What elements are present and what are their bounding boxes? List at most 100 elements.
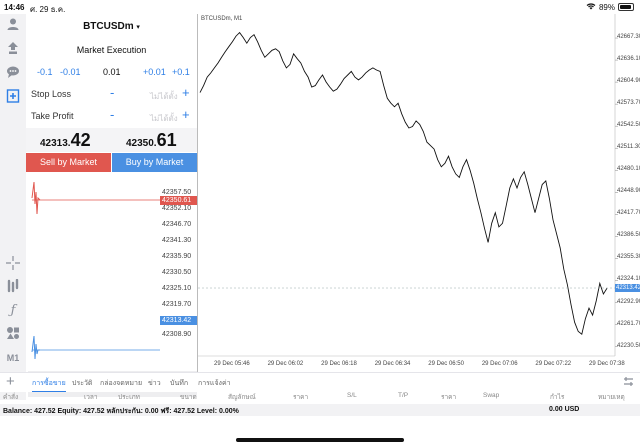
col-comment: หมายเหตุ: [598, 394, 625, 401]
x-tick-label: 29 Dec 07:22: [535, 361, 572, 367]
volume-minus-01-button[interactable]: -0.1: [37, 67, 53, 77]
take-profit-minus-button[interactable]: -: [110, 107, 114, 122]
sell-by-market-button[interactable]: Sell by Market: [26, 153, 111, 172]
y-tick-label: 42604.90: [617, 78, 640, 85]
user-icon[interactable]: [5, 16, 21, 32]
col-order: คำสั่ง: [3, 394, 19, 401]
ask-price: 42350.61: [126, 130, 177, 151]
tab-history[interactable]: ประวัติ: [72, 378, 92, 389]
y-tick-label: 42417.70: [617, 210, 640, 217]
take-profit-label: Take Profit: [31, 111, 74, 121]
take-profit-input[interactable]: ไม่ได้ตั้ง: [150, 112, 178, 125]
positions-header: คำสั่ง เวลา ประเภท ขนาด สัญลักษณ์ ราคา S…: [0, 392, 640, 402]
objects-icon[interactable]: [5, 325, 21, 341]
stop-loss-plus-button[interactable]: +: [182, 85, 190, 100]
volume-minus-001-button[interactable]: -0.01: [60, 67, 81, 77]
stop-loss-input[interactable]: ไม่ได้ตั้ง: [150, 90, 178, 103]
volume-plus-01-button[interactable]: +0.1: [172, 67, 190, 77]
symbol-name: BTCUSDm: [83, 21, 134, 32]
balance-summary: Balance: 427.52 Equity: 427.52 หลักประกั…: [3, 408, 239, 415]
expand-panel-icon[interactable]: [623, 376, 634, 390]
y-tick-label: 42667.30: [617, 34, 640, 41]
battery-percent: 89%: [598, 2, 615, 12]
tab-trade[interactable]: การซื้อขาย: [32, 378, 66, 392]
y-tick-label: 42448.90: [617, 188, 640, 195]
bid-price: 42313.42: [40, 130, 91, 151]
battery-icon: [618, 3, 634, 11]
symbol-selector[interactable]: BTCUSDm ▾: [26, 21, 197, 32]
y-tick-label: 42511.30: [617, 144, 640, 151]
y-tick-label: 42480.10: [617, 166, 640, 173]
status-right: 89%: [586, 2, 634, 12]
ask-badge: 42350.61: [160, 196, 197, 205]
price-display: 42313.42 42350.61: [26, 128, 197, 152]
tick-level: 42346.70: [162, 221, 192, 228]
col-tp: T/P: [398, 392, 409, 399]
ask-price-prefix: 42350.: [126, 138, 157, 149]
x-tick-label: 29 Dec 06:50: [428, 361, 464, 367]
tab-alerts[interactable]: การแจ้งค่า: [198, 378, 231, 389]
y-tick-label: 42230.50: [617, 342, 640, 349]
status-time: 14:46: [4, 3, 25, 12]
tick-level: 42357.50: [162, 189, 192, 196]
tab-journal[interactable]: บันทึก: [170, 378, 188, 389]
col-size: ขนาด: [180, 394, 197, 401]
home-indicator[interactable]: [236, 438, 404, 442]
price-series-line: [199, 31, 608, 335]
function-icon[interactable]: ƒ: [5, 302, 21, 318]
execution-type[interactable]: Market Execution: [26, 45, 197, 55]
chat-icon[interactable]: [5, 64, 21, 80]
col-swap: Swap: [483, 392, 500, 399]
y-tick-label: 42636.10: [617, 56, 640, 63]
stop-loss-minus-button[interactable]: -: [110, 85, 114, 100]
take-profit-row: Take Profit - ไม่ได้ตั้ง +: [26, 106, 197, 126]
status-bar: 14:46 ศ. 29 ธ.ค. 89%: [0, 0, 640, 14]
y-tick-label: 42355.30: [617, 254, 640, 261]
x-tick-label: 29 Dec 06:02: [267, 361, 304, 367]
y-tick-label: 42324.10: [617, 276, 640, 283]
tab-mailbox[interactable]: กล่องจดหมาย: [100, 378, 142, 389]
indicators-icon[interactable]: [5, 278, 21, 294]
ask-price-big: 61: [156, 130, 177, 150]
take-profit-plus-button[interactable]: +: [182, 107, 190, 122]
stop-loss-label: Stop Loss: [31, 89, 72, 99]
x-tick-label: 29 Dec 07:38: [589, 361, 625, 367]
bid-price-prefix: 42313.: [40, 138, 71, 149]
x-tick-label: 29 Dec 07:06: [481, 361, 518, 367]
balance-bar: Balance: 427.52 Equity: 427.52 หลักประกั…: [0, 404, 640, 416]
tick-level: 42330.50: [162, 269, 192, 276]
col-time: เวลา: [84, 394, 98, 401]
add-icon[interactable]: +: [6, 373, 15, 390]
y-tick-label: 42542.50: [617, 122, 640, 129]
tick-level: 42325.10: [162, 285, 192, 292]
left-toolbar: ƒ M1: [0, 14, 26, 400]
x-tick-label: 29 Dec 06:18: [321, 361, 357, 367]
transfer-icon[interactable]: [5, 40, 21, 56]
col-symbol: สัญลักษณ์: [228, 394, 256, 401]
chart-svg: [198, 14, 618, 357]
new-order-icon[interactable]: [5, 88, 21, 104]
current-price-badge: 42313.42: [615, 284, 640, 292]
timeframe-label[interactable]: M1: [5, 350, 21, 366]
y-tick-label: 42261.70: [617, 320, 640, 327]
tick-level: 42335.90: [162, 253, 192, 260]
tick-level: 42341.30: [162, 237, 192, 244]
chevron-down-icon: ▾: [136, 24, 140, 31]
buy-by-market-button[interactable]: Buy by Market: [112, 153, 197, 172]
price-chart[interactable]: BTCUSDm, M1 42667.30 42636.10 42604.90 4257…: [197, 14, 640, 372]
bid-badge: 42313.42: [160, 316, 197, 325]
stop-loss-row: Stop Loss - ไม่ได้ตั้ง +: [26, 84, 197, 104]
y-tick-label: 42573.70: [617, 100, 640, 107]
tick-level: 42308.90: [162, 331, 192, 338]
order-panel: BTCUSDm ▾ Market Execution -0.1 -0.01 0.…: [26, 14, 197, 400]
col-profit: กำไร: [550, 394, 565, 401]
y-tick-label: 42292.90: [617, 298, 640, 305]
tick-level: 42319.70: [162, 301, 192, 308]
tick-level: 42352.10: [162, 205, 192, 212]
crosshair-icon[interactable]: [5, 255, 21, 271]
tab-news[interactable]: ข่าว: [148, 378, 161, 389]
col-current-price: ราคา: [441, 394, 457, 401]
volume-plus-001-button[interactable]: +0.01: [143, 67, 166, 77]
wifi-icon: [586, 2, 596, 12]
volume-input[interactable]: 0.01: [103, 67, 121, 77]
